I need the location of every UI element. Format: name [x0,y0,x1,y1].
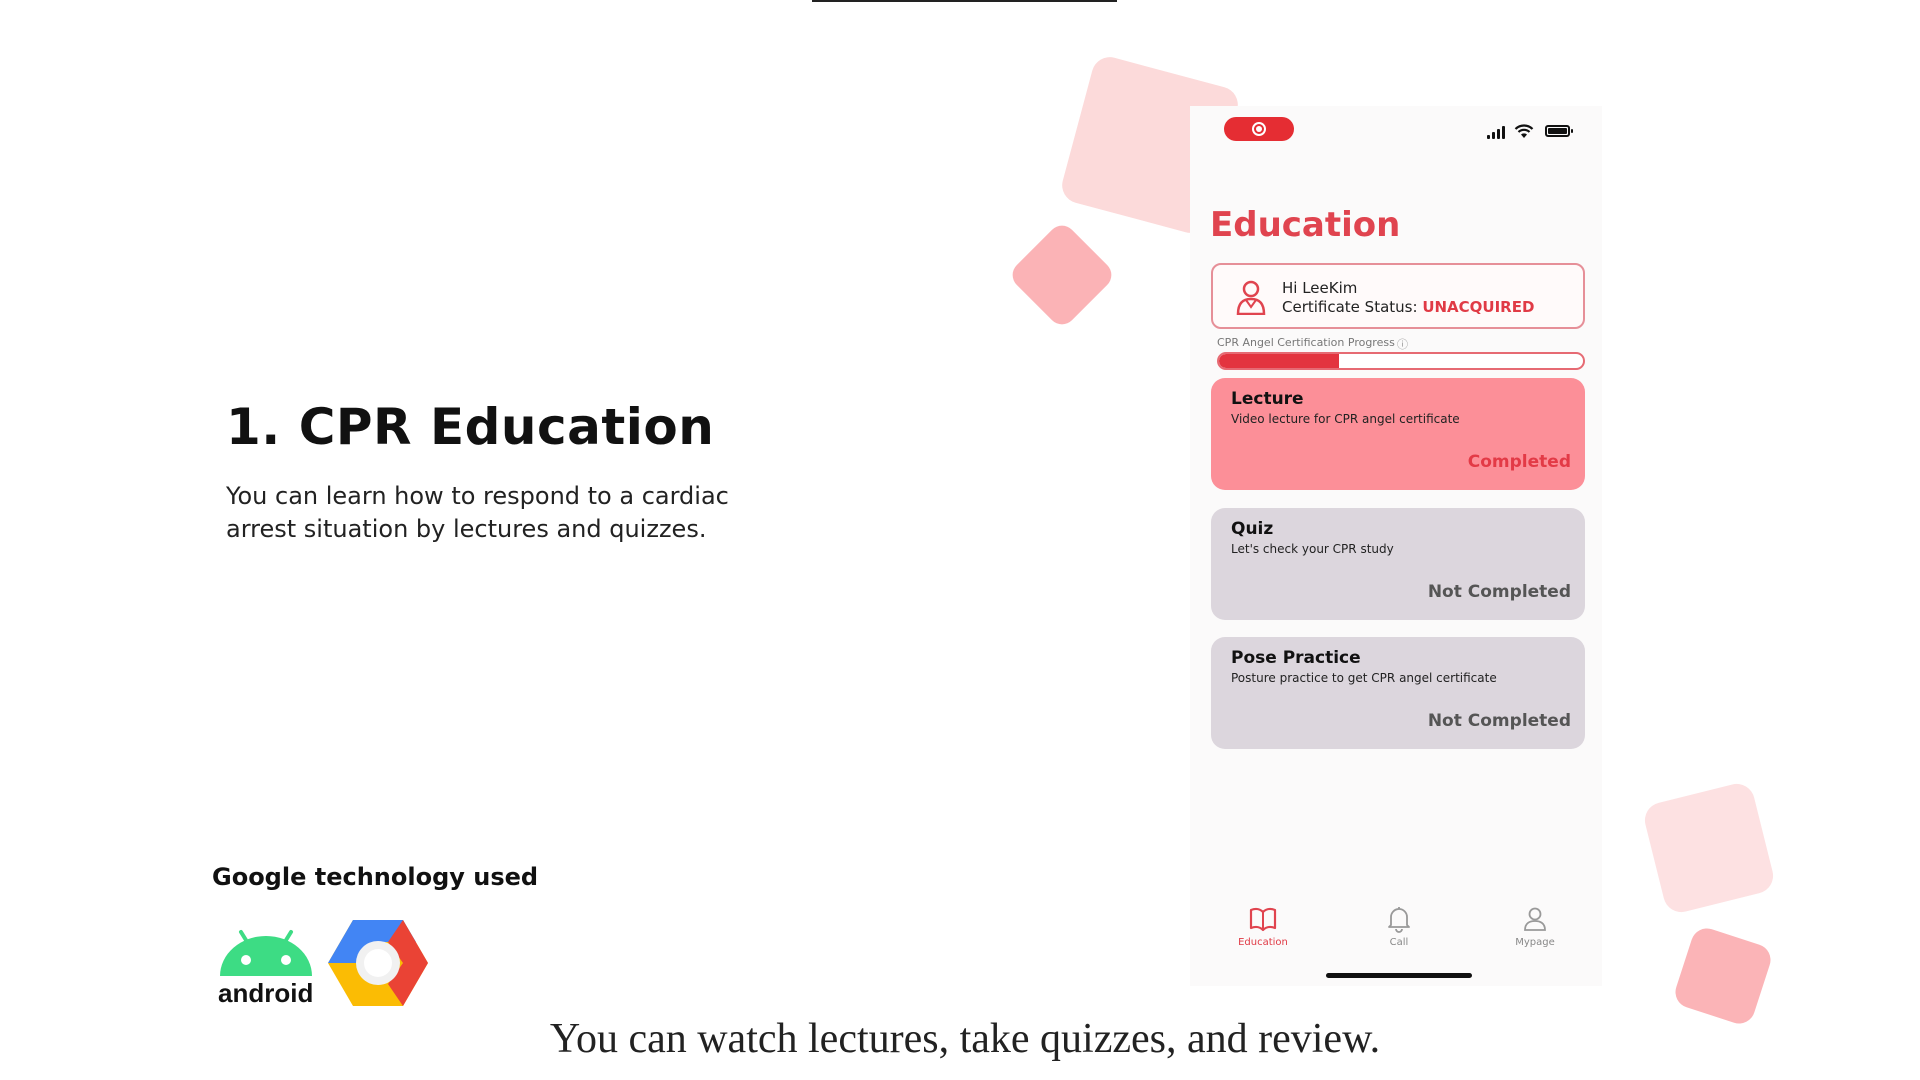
home-indicator[interactable] [1326,973,1472,978]
signal-icon [1487,125,1509,139]
card-subtitle: Posture practice to get CPR angel certif… [1231,671,1497,685]
certificate-status-value: UNACQUIRED [1422,298,1535,316]
certificate-status-label: Certificate Status: [1282,298,1423,316]
progress-fill [1219,354,1340,368]
decorative-diamond [1006,219,1118,331]
card-status: Completed [1467,452,1571,472]
quiz-card[interactable]: Quiz Let's check your CPR study Not Comp… [1211,508,1585,620]
battery-icon [1545,125,1573,137]
card-subtitle: Video lecture for CPR angel certificate [1231,412,1460,426]
wifi-icon [1514,123,1534,142]
google-technology-label: Google technology used [212,863,539,891]
google-cloud-logo-icon [328,920,428,1006]
card-status: Not Completed [1427,711,1571,731]
card-title: Pose Practice [1231,648,1361,668]
user-status-card: Hi LeeKim Certificate Status: UNACQUIRED [1211,263,1585,329]
decorative-square [1641,780,1777,916]
tab-label: Mypage [1515,937,1555,948]
pose-practice-card[interactable]: Pose Practice Posture practice to get CP… [1211,637,1585,749]
user-greeting: Hi LeeKim [1282,279,1358,297]
android-wordmark: android [218,978,314,1008]
video-caption: You can watch lectures, take quizzes, an… [549,1016,1381,1062]
certification-progress-bar [1217,352,1585,370]
lecture-card[interactable]: Lecture Video lecture for CPR angel cert… [1211,378,1585,490]
book-icon [1249,907,1277,932]
tab-label: Education [1238,937,1288,948]
card-title: Quiz [1231,519,1274,539]
screen-recording-indicator [1224,117,1294,141]
card-title: Lecture [1231,389,1304,409]
tab-education[interactable]: Education [1223,905,1303,948]
card-status: Not Completed [1427,582,1571,602]
page-title: Education [1210,205,1401,245]
top-divider [812,0,1117,2]
bell-icon [1388,907,1410,933]
tab-call[interactable]: Call [1359,905,1439,948]
tab-label: Call [1389,937,1409,948]
user-icon [1524,907,1546,931]
progress-label: CPR Angel Certification Progress [1217,336,1395,349]
tab-mypage[interactable]: Mypage [1495,905,1575,948]
decorative-square [1671,924,1775,1028]
info-icon[interactable]: ⓘ [1397,336,1408,352]
certificate-status-line: Certificate Status: UNACQUIRED [1282,298,1534,316]
user-avatar-icon [1236,280,1266,315]
slide-title: 1. CPR Education [226,398,715,456]
card-subtitle: Let's check your CPR study [1231,542,1394,556]
slide-description: You can learn how to respond to a cardia… [226,482,729,543]
